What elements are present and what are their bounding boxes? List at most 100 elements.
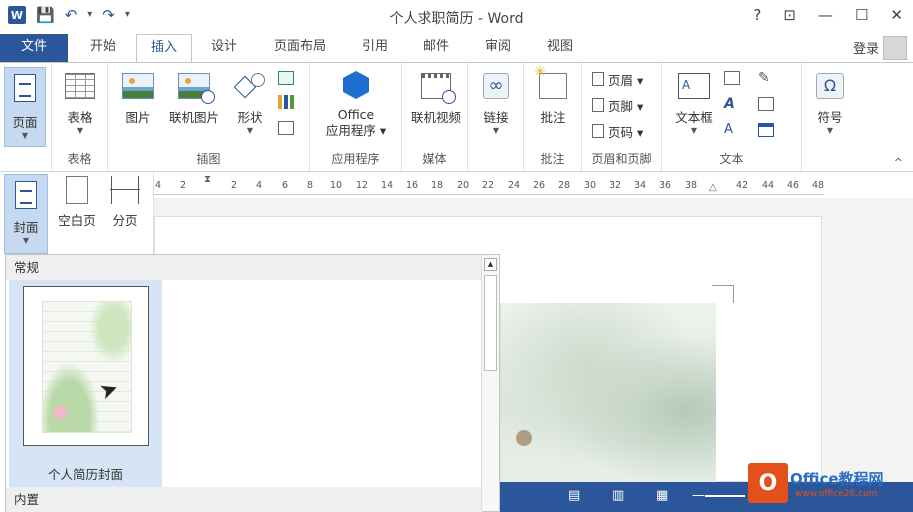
group-text: A 文本框 ▼ A A ✎ 文本 [662,63,802,171]
header-button[interactable]: 页眉 ▾ [592,69,643,89]
office-apps-label-1: Office [337,107,375,122]
table-button-label: 表格 [67,110,93,125]
ruler-tick: 2 [230,180,238,191]
web-layout-icon[interactable]: ▦ [656,488,668,503]
table-button[interactable]: 表格 ▼ [60,73,100,136]
online-picture-button[interactable]: 联机图片 [164,73,224,126]
ruler-tick: 34 [633,180,647,191]
comment-button-label: 批注 [540,110,566,125]
tab-design[interactable]: 设计 [200,34,248,62]
indent-marker-icon[interactable]: ⧗ [204,174,211,185]
tab-references[interactable]: 引用 [352,34,398,62]
group-tables: 表格 ▼ 表格 [52,63,108,171]
ruler-baseline [154,194,824,195]
ruler-tick: 14 [380,180,394,191]
cover-page-button[interactable]: 封面 ▼ [4,174,48,254]
tab-view[interactable]: 视图 [536,34,584,62]
group-illustrations: 图片 联机图片 形状 ▼ 插图 [108,63,310,171]
online-video-button[interactable]: 联机视频 [406,73,466,126]
page-break-label: 分页 [112,213,138,228]
symbol-label: 符号 [817,110,843,125]
date-time-icon[interactable] [758,97,774,111]
ruler-tick: 4 [154,180,162,191]
maximize-icon[interactable]: ☐ [855,6,868,24]
comment-button[interactable]: 批注 [533,64,573,126]
collapse-ribbon-icon[interactable]: ^ [894,156,903,169]
picture-button[interactable]: 图片 [118,73,158,126]
avatar[interactable] [883,36,907,60]
chevron-down-icon: ▼ [22,236,30,245]
ribbon-display-options-icon[interactable]: ⊡ [783,6,796,24]
shapes-button[interactable]: 形状 ▼ [228,71,272,136]
paw-print-decoration [516,430,532,446]
symbol-button[interactable]: Ω 符号 ▼ [810,73,850,136]
chevron-down-icon: ▼ [21,131,29,140]
page-break-icon [110,176,140,204]
chevron-down-icon: ▼ [76,126,84,135]
ribbon-tabs: 文件 开始 插入 设计 页面布局 引用 邮件 审阅 视图 [0,34,913,63]
horizontal-ruler: 4 2 2 4 6 8 10 12 14 16 18 20 22 24 26 2… [154,172,824,198]
group-header-footer: 页眉 ▾ 页脚 ▾ 页码 ▾ 页眉和页脚 [582,63,662,171]
watermark-name: Office教程网 [790,470,884,488]
ruler-tick: 28 [557,180,571,191]
tab-file[interactable]: 文件 [0,34,68,62]
page-button-label: 页面 [12,115,38,130]
login-link[interactable]: 登录 [853,38,879,57]
smartart-icon[interactable] [278,71,294,85]
group-label-header-footer: 页眉和页脚 [591,152,652,166]
gallery-item-resume-cover[interactable]: 个人简历封面 [9,280,162,487]
ruler-tick: 16 [405,180,419,191]
tab-home[interactable]: 开始 [80,34,126,62]
page-number-button[interactable]: 页码 ▾ [592,121,643,141]
read-mode-icon[interactable]: ▤ [568,488,580,503]
ruler-tick: 24 [507,180,521,191]
header-label: 页眉 ▾ [608,72,644,88]
tab-page-layout[interactable]: 页面布局 [262,34,338,62]
gallery-scrollbar[interactable]: ▲ [481,255,499,511]
group-label-comments: 批注 [540,152,565,166]
blank-page-button[interactable]: 空白页 [54,174,100,229]
group-label-text: 文本 [719,152,744,166]
chart-icon[interactable] [278,95,294,109]
print-layout-icon[interactable]: ▥ [612,488,624,503]
right-indent-marker-icon[interactable]: △ [709,182,717,193]
drop-cap-icon[interactable]: A [724,123,740,137]
tab-mailings[interactable]: 邮件 [412,34,460,62]
page-break-button[interactable]: 分页 [104,174,146,229]
ruler-tick: 6 [281,180,289,191]
margin-corner-mark [712,285,734,303]
link-button[interactable]: 链接 ▼ [476,73,516,136]
title-bar: W 💾 ↶ ▾ ↷ ▾ 个人求职简历 - Word ? ⊡ — ☐ ✕ [0,0,913,34]
wordart-icon[interactable]: A [724,97,740,111]
tab-review[interactable]: 审阅 [474,34,522,62]
office-apps-button[interactable]: Office 应用程序 ▾ [320,71,392,139]
help-icon[interactable]: ? [753,6,761,24]
group-comments: 批注 批注 [524,63,582,171]
scrollbar-thumb[interactable] [484,275,497,371]
minimize-icon[interactable]: — [818,6,833,24]
scroll-up-icon[interactable]: ▲ [484,258,497,271]
blank-page-label: 空白页 [58,213,96,228]
quick-parts-icon[interactable] [724,71,740,85]
ruler-tick: 18 [430,180,444,191]
link-button-label: 链接 [483,110,509,125]
zoom-out-icon[interactable]: — [692,488,705,503]
textbox-label: 文本框 [675,110,713,125]
zoom-slider[interactable] [705,495,745,497]
object-icon[interactable] [758,123,774,137]
cover-thumbnail [23,286,149,446]
tab-insert[interactable]: 插入 [136,34,192,63]
page-button[interactable]: 页面 ▼ [4,67,46,147]
ruler-tick: 42 [735,180,749,191]
screenshot-icon[interactable] [278,121,294,135]
close-icon[interactable]: ✕ [890,6,903,24]
textbox-button[interactable]: A 文本框 ▼ [670,73,718,136]
cover-page-label: 封面 [13,220,39,235]
group-symbols: Ω 符号 ▼ [802,63,858,171]
footer-button[interactable]: 页脚 ▾ [592,95,643,115]
group-label-apps: 应用程序 [331,152,380,166]
window-controls: ? ⊡ — ☐ ✕ [753,6,903,24]
signature-line-icon[interactable]: ✎ [758,71,774,85]
cover-thumbnail-image [42,301,132,433]
office-apps-label-2: 应用程序 ▾ [325,123,387,138]
